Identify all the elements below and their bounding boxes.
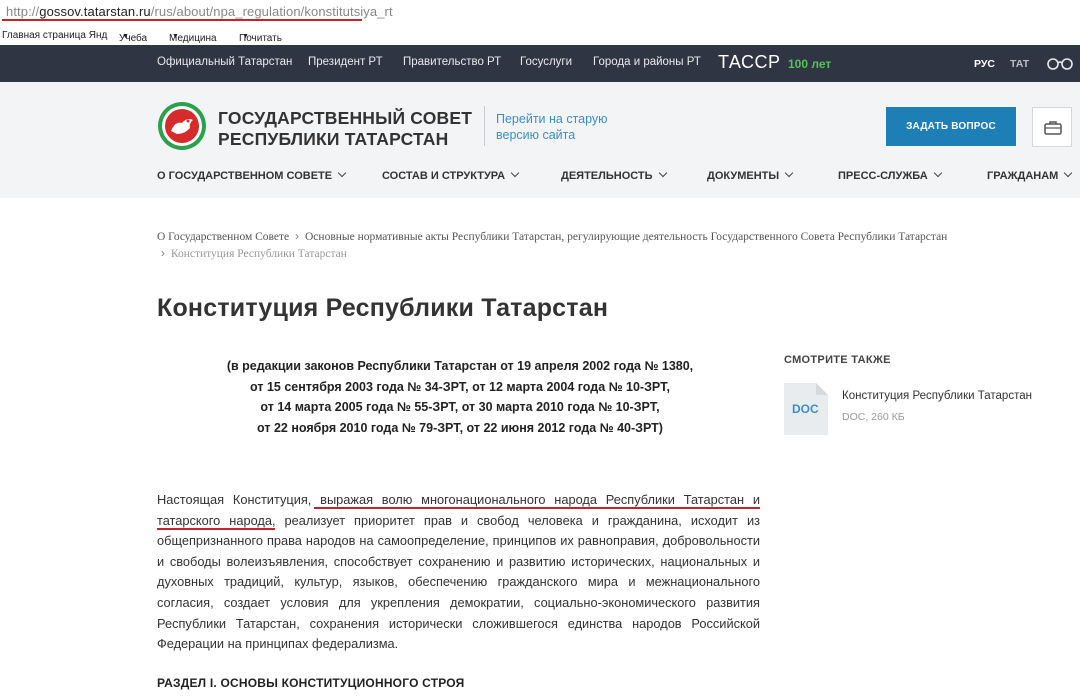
- topnav-president[interactable]: Президент РТ: [308, 56, 383, 68]
- chevron-right-icon: ›: [295, 231, 299, 243]
- nav-documents[interactable]: ДОКУМЕНТЫ: [707, 168, 794, 182]
- page-title: Конституция Республики Татарстан: [157, 294, 609, 322]
- topnav-official-tatarstan[interactable]: Официальный Татарстан: [157, 56, 292, 68]
- chevron-right-icon: ›: [161, 248, 165, 260]
- doc-link-title[interactable]: Конституция Республики Татарстан: [842, 390, 1032, 402]
- url-text[interactable]: http://gossov.tatarstan.ru/rus/about/npa…: [6, 4, 393, 19]
- section-heading: РАЗДЕЛ I. ОСНОВЫ КОНСТИТУЦИОННОГО СТРОЯ: [157, 676, 465, 690]
- breadcrumb-current: Конституция Республики Татарстан: [170, 248, 347, 260]
- tassr-logo[interactable]: ТАССР: [718, 52, 781, 73]
- nav-activity[interactable]: ДЕЯТЕЛЬНОСТЬ: [561, 168, 667, 182]
- nav-press[interactable]: ПРЕСС-СЛУЖБА: [838, 168, 942, 182]
- old-site-link[interactable]: Перейти на старую версию сайта: [496, 111, 608, 143]
- breadcrumb-item-about[interactable]: О Государственном Совете: [157, 231, 289, 243]
- doc-file-icon[interactable]: DOC: [784, 383, 828, 435]
- breadcrumb: О Государственном Совете › Основные нормат…: [157, 229, 1072, 263]
- preamble-text: Настоящая Конституция, выражая волю мног…: [157, 492, 760, 652]
- caret-down-icon: ▼: [122, 33, 129, 40]
- lang-ru[interactable]: РУС: [974, 58, 995, 70]
- bookmarks-bar: Главная страница Янд Учеба ▼ Медицина ▼ По…: [2, 30, 282, 44]
- top-portal-nav: Официальный Татарстан Президент РТ Прави…: [0, 45, 1080, 82]
- chevron-down-icon: [1064, 168, 1073, 178]
- site-header: ГОСУДАРСТВЕННЫЙ СОВЕТ РЕСПУБЛИКИ ТАТАРСТ…: [0, 82, 1080, 198]
- nav-citizens[interactable]: ГРАЖДАНАМ: [987, 168, 1073, 182]
- caret-down-icon: ▼: [172, 33, 179, 40]
- highlight-underline-annotation: [314, 507, 760, 509]
- nav-about[interactable]: О ГОСУДАРСТВЕННОМ СОВЕТЕ: [157, 168, 347, 182]
- briefcase-icon: [1044, 121, 1062, 135]
- topnav-government[interactable]: Правительство РТ: [403, 56, 501, 68]
- bookmark-yandex[interactable]: Главная страница Янд: [2, 30, 107, 41]
- chevron-down-icon: [337, 168, 347, 178]
- chevron-down-icon: [658, 168, 667, 178]
- highlight-underline-annotation: [157, 528, 275, 530]
- ask-question-button[interactable]: ЗАДАТЬ ВОПРОС: [886, 107, 1016, 146]
- chevron-down-icon: [784, 168, 794, 178]
- chevron-down-icon: [510, 168, 520, 178]
- emblem-logo-icon[interactable]: [157, 101, 207, 151]
- see-also-heading: СМОТРИТЕ ТАКЖЕ: [784, 354, 891, 366]
- doc-meta: DOC, 260 КБ: [842, 411, 905, 423]
- org-name[interactable]: ГОСУДАРСТВЕННЫЙ СОВЕТ РЕСПУБЛИКИ ТАТАРСТ…: [218, 108, 472, 150]
- lang-tat[interactable]: ТАТ: [1010, 58, 1029, 70]
- briefcase-button[interactable]: [1032, 107, 1072, 147]
- redaction-note: (в редакции законов Республики Татарстан…: [226, 359, 694, 435]
- url-underline-annotation: [2, 19, 362, 21]
- address-bar[interactable]: http://gossov.tatarstan.ru/rus/about/npa…: [0, 0, 1080, 24]
- topnav-cities[interactable]: Города и районы РТ: [593, 56, 701, 68]
- header-divider: [484, 106, 485, 146]
- chevron-down-icon: [933, 168, 942, 178]
- doc-badge: DOC: [792, 402, 819, 416]
- topnav-gosuslugi[interactable]: Госуслуги: [520, 56, 572, 68]
- tassr-100-label: 100 лет: [788, 57, 832, 71]
- accessibility-glasses-icon[interactable]: [1046, 57, 1074, 75]
- main-nav: О ГОСУДАРСТВЕННОМ СОВЕТЕ СОСТАВ И СТРУКТ…: [0, 168, 1080, 190]
- nav-structure[interactable]: СОСТАВ И СТРУКТУРА: [382, 168, 520, 182]
- caret-down-icon: ▼: [242, 33, 249, 40]
- breadcrumb-item-acts[interactable]: Основные нормативные акты Республики Тат…: [305, 231, 947, 243]
